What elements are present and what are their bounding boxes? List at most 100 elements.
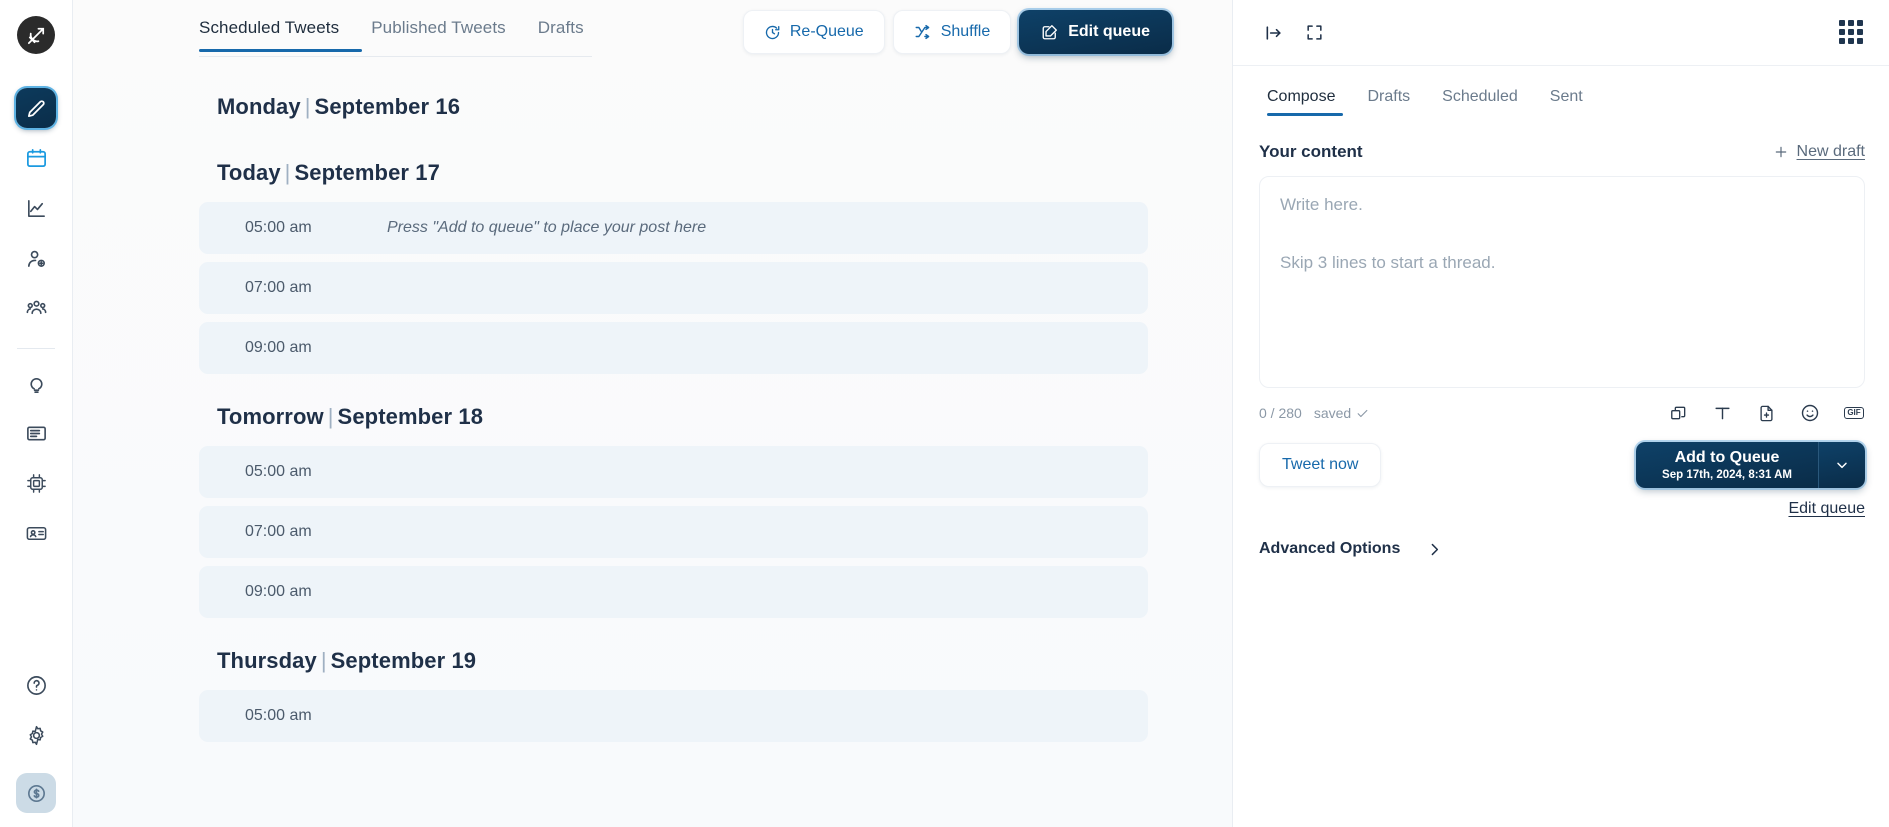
user-plus-icon — [27, 250, 45, 267]
compose-toolbar: GIF — [1667, 402, 1865, 424]
new-draft-label: New draft — [1796, 143, 1865, 160]
advanced-options-row[interactable]: Advanced Options — [1233, 518, 1889, 558]
queue-slot[interactable]: 09:00 am — [199, 322, 1148, 374]
compose-action-row: Tweet now Add to Queue Sep 17th, 2024, 8… — [1233, 424, 1889, 488]
edit-queue-label: Edit queue — [1068, 23, 1150, 40]
day-header-tomorrow: Tomorrow | September 18 — [199, 382, 1148, 446]
newspaper-icon — [26, 425, 46, 441]
day-header-thursday: Thursday | September 19 — [199, 626, 1148, 690]
edit-queue-button[interactable]: Edit queue — [1019, 10, 1172, 54]
analytics-chart-icon — [27, 199, 45, 217]
tab-published-tweets[interactable]: Published Tweets — [355, 18, 522, 52]
slot-time: 05:00 am — [245, 219, 312, 236]
lightbulb-icon — [29, 377, 43, 393]
character-counter: 0 / 280 — [1259, 405, 1302, 421]
add-to-queue-group: Add to Queue Sep 17th, 2024, 8:31 AM — [1636, 442, 1865, 488]
tab-scheduled-tweets[interactable]: Scheduled Tweets — [199, 18, 355, 52]
sidebar-item-help[interactable] — [16, 665, 56, 705]
add-to-queue-button[interactable]: Add to Queue Sep 17th, 2024, 8:31 AM — [1636, 442, 1819, 488]
sidebar-item-profile-card[interactable] — [16, 513, 56, 553]
add-file-button[interactable] — [1755, 402, 1777, 424]
sidebar-bottom-group — [16, 665, 56, 827]
compose-placeholder-thread: Skip 3 lines to start a thread. — [1280, 253, 1496, 272]
slot-time: 05:00 am — [245, 463, 312, 480]
sidebar-item-credits[interactable] — [16, 773, 56, 813]
hypefury-logo[interactable] — [17, 16, 55, 54]
queue-slot[interactable]: 07:00 am — [199, 262, 1148, 314]
day-date: September 17 — [294, 160, 440, 185]
queue-list: Monday | September 16 Today | September 17 0… — [73, 68, 1232, 827]
day-separator: | — [284, 160, 291, 185]
day-separator: | — [320, 648, 327, 673]
tab-drafts[interactable]: Drafts — [522, 18, 600, 52]
sidebar-item-analytics[interactable] — [16, 188, 56, 228]
apps-grid-icon[interactable] — [1839, 19, 1865, 46]
sidebar-item-community[interactable] — [16, 288, 56, 328]
emoji-icon — [1801, 404, 1819, 422]
add-to-queue-label: Add to Queue — [1674, 449, 1780, 466]
sidebar-item-ideas[interactable] — [16, 363, 56, 403]
slot-time: 07:00 am — [245, 523, 312, 540]
text-format-icon — [1714, 407, 1730, 419]
new-draft-button[interactable]: New draft — [1773, 143, 1865, 161]
gif-button[interactable]: GIF — [1843, 402, 1865, 424]
gear-settings-icon — [29, 725, 43, 745]
tab-drafts[interactable]: Drafts — [1351, 88, 1426, 116]
add-to-queue-dropdown-button[interactable] — [1819, 442, 1865, 488]
bow-and-arrow-icon — [27, 27, 44, 44]
queue-slot[interactable]: 05:00 am Press "Add to queue" to place y… — [199, 202, 1148, 254]
left-icon-rail — [0, 0, 73, 827]
expand-fullscreen-icon — [1306, 25, 1322, 40]
slot-hint: Press "Add to queue" to place your post … — [387, 219, 707, 236]
queue-topbar: Scheduled Tweets Published Tweets Drafts… — [73, 0, 1232, 68]
day-date: September 19 — [330, 648, 477, 673]
advanced-options-label: Advanced Options — [1259, 540, 1401, 557]
text-format-button[interactable] — [1711, 402, 1733, 424]
tab-compose[interactable]: Compose — [1259, 88, 1351, 116]
duplicate-post-button[interactable] — [1667, 402, 1689, 424]
add-to-queue-schedule: Sep 17th, 2024, 8:31 AM — [1662, 469, 1792, 481]
slot-time: 09:00 am — [245, 339, 312, 356]
tweet-now-button[interactable]: Tweet now — [1259, 443, 1382, 487]
tab-sent[interactable]: Sent — [1534, 88, 1599, 116]
sidebar-item-calendar[interactable] — [16, 138, 56, 178]
sidebar-item-settings[interactable] — [16, 715, 56, 755]
day-separator: | — [304, 94, 311, 119]
duplicate-post-icon — [1670, 406, 1685, 419]
pencil-compose-icon — [27, 99, 45, 117]
slot-time: 09:00 am — [245, 583, 312, 600]
emoji-button[interactable] — [1799, 402, 1821, 424]
main-queue-panel: Scheduled Tweets Published Tweets Drafts… — [73, 0, 1233, 827]
expand-fullscreen-button[interactable] — [1299, 18, 1329, 48]
collapse-panel-icon — [1266, 25, 1281, 40]
sidebar-item-compose[interactable] — [16, 88, 56, 128]
compose-panel-toolbar — [1233, 0, 1889, 66]
day-weekday: Tomorrow — [217, 404, 324, 429]
queue-slot[interactable]: 05:00 am — [199, 690, 1148, 742]
slot-time: 05:00 am — [245, 707, 312, 724]
requeue-button[interactable]: Re-Queue — [742, 10, 885, 54]
sidebar-item-news[interactable] — [16, 413, 56, 453]
sidebar-item-ai[interactable] — [16, 463, 56, 503]
compose-textarea[interactable]: Write here. Skip 3 lines to start a thre… — [1259, 176, 1865, 388]
day-weekday: Monday — [217, 94, 301, 119]
tab-scheduled[interactable]: Scheduled — [1426, 88, 1534, 116]
day-header-monday: Monday | September 16 — [199, 68, 1148, 138]
add-file-icon — [1759, 405, 1773, 421]
compose-meta-row: 0 / 280 saved GIF — [1233, 388, 1889, 424]
day-date: September 18 — [337, 404, 484, 429]
dollar-credits-icon — [27, 784, 45, 802]
saved-label: saved — [1313, 405, 1352, 421]
edit-queue-link[interactable]: Edit queue — [1233, 488, 1889, 518]
chevron-right-icon — [1431, 543, 1439, 555]
queue-slot[interactable]: 09:00 am — [199, 566, 1148, 618]
compose-placeholder-main: Write here. — [1280, 195, 1363, 214]
queue-slot[interactable]: 05:00 am — [199, 446, 1148, 498]
ai-chip-icon — [26, 473, 46, 493]
shuffle-button[interactable]: Shuffle — [892, 10, 1012, 54]
sidebar-item-audience[interactable] — [16, 238, 56, 278]
queue-slot[interactable]: 07:00 am — [199, 506, 1148, 558]
compose-panel: Compose Drafts Scheduled Sent Your conte… — [1233, 0, 1889, 827]
collapse-panel-button[interactable] — [1259, 18, 1289, 48]
plus-icon — [1775, 146, 1786, 158]
